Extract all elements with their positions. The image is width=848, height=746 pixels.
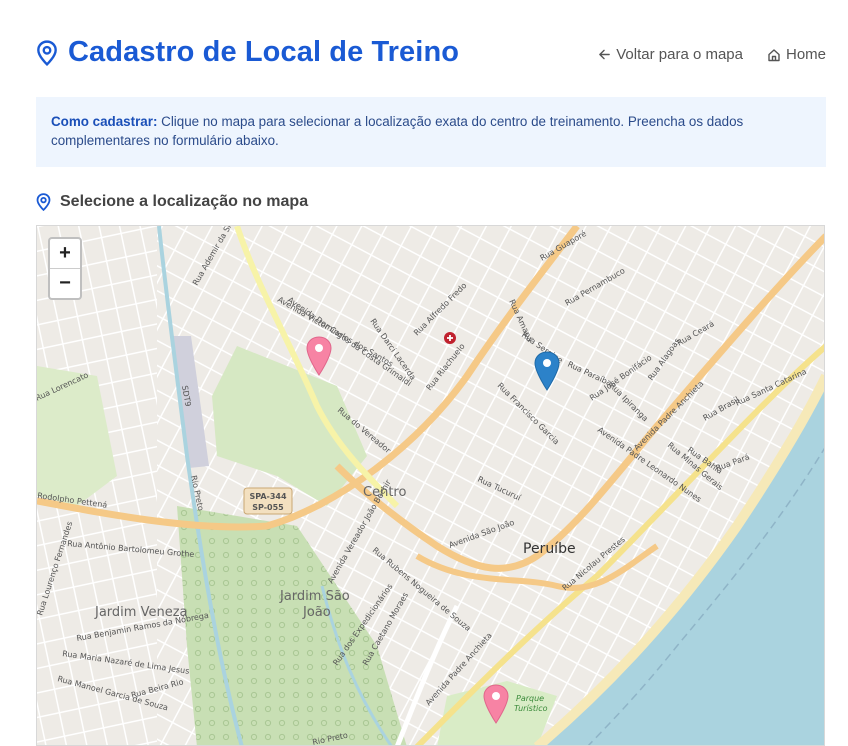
place-peruibe: Peruíbe [523,541,576,557]
home-link-label: Home [785,46,826,63]
page-title: Cadastro de Local de Treino [68,36,460,68]
home-icon [768,48,780,61]
section-title: Selecione a localização no mapa [60,193,309,210]
place-jardim-sao-joao-2: João [302,605,331,620]
home-link[interactable]: Home [767,46,826,63]
place-jardim-sao-joao-1: Jardim São [279,589,350,604]
zoom-in-button[interactable]: + [50,239,80,268]
map-section-heading: Selecione a localização no mapa [36,193,308,211]
location-map[interactable]: SPA-344 SP-055 SDT9 Centro Peruíbe Jardi… [36,225,825,746]
title-group: Cadastro de Local de Treino [36,36,459,69]
header-nav: Voltar para o mapa Home [598,46,826,63]
arrow-left-icon [599,49,611,60]
map-pin-icon [36,193,51,211]
back-link-label: Voltar para o mapa [616,46,743,63]
instructions-box: Como cadastrar: Clique no mapa para sele… [36,97,826,167]
zoom-out-button[interactable]: − [50,268,80,298]
place-parque-1: Parque [516,694,544,703]
back-to-map-link[interactable]: Voltar para o mapa [598,46,743,63]
map-tiles[interactable]: SPA-344 SP-055 SDT9 Centro Peruíbe Jardi… [37,226,825,746]
instructions-label: Como cadastrar: [51,114,158,129]
zoom-controls: + − [48,237,82,300]
map-pin-icon [37,39,57,66]
shield-label-1: SPA-344 [249,492,287,501]
page-header: Cadastro de Local de Treino Voltar para … [36,36,826,76]
shield-label-2: SP-055 [252,503,284,512]
place-parque-2: Turístico [514,704,548,713]
